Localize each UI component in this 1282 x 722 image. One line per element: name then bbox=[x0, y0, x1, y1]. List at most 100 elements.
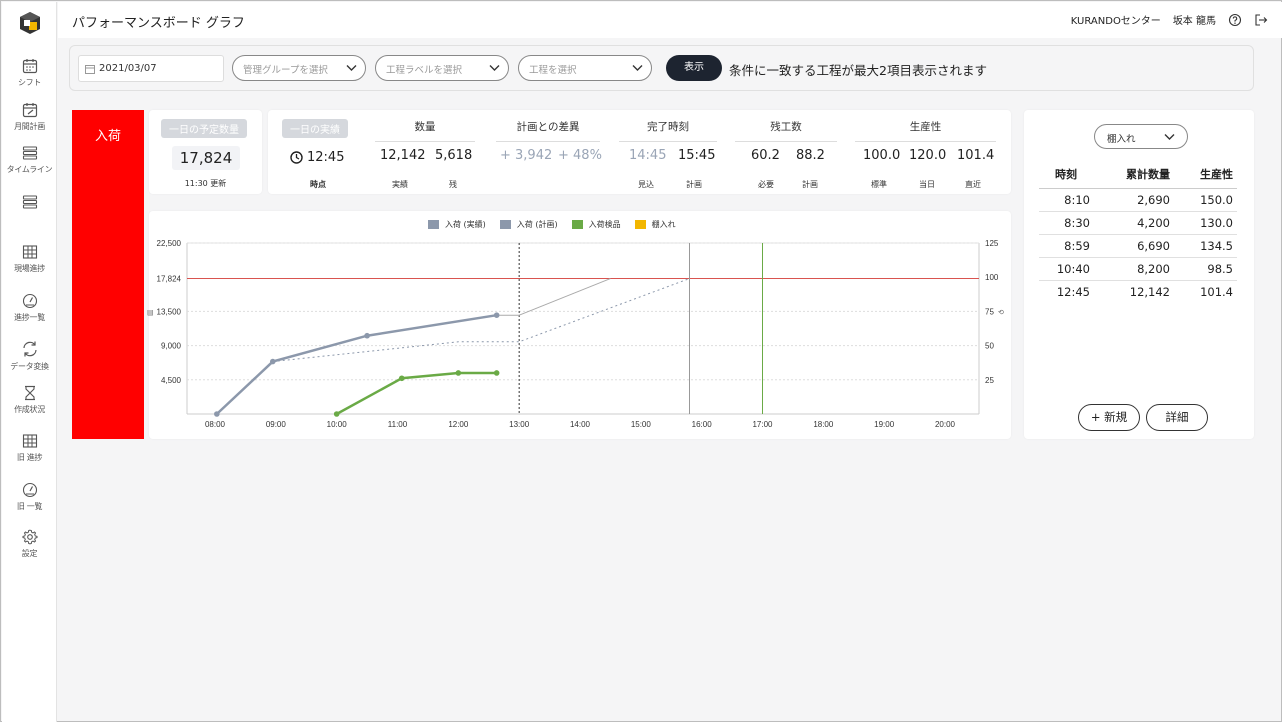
diff-percent: + 48% bbox=[558, 148, 602, 163]
chevron-down-icon bbox=[346, 65, 357, 71]
group-select[interactable]: 管理グループを選択 bbox=[232, 55, 366, 81]
show-button[interactable]: 表示 bbox=[666, 55, 722, 81]
plan-value: 17,824 bbox=[172, 146, 240, 170]
sidebar-item-label: データ変換 bbox=[10, 362, 49, 371]
productivity-recent-label: 直近 bbox=[965, 180, 981, 189]
legend-item[interactable]: 入荷 (実績) bbox=[428, 219, 486, 230]
filter-note: 条件に一致する工程が最大2項目表示されます bbox=[729, 63, 987, 78]
new-button[interactable]: + 新規 bbox=[1078, 404, 1140, 431]
table-cell: 10:40 bbox=[1039, 257, 1094, 281]
chevron-down-icon bbox=[489, 65, 500, 71]
productivity-standard-label: 標準 bbox=[871, 180, 887, 189]
sidebar-item-data-convert[interactable]: データ変換 bbox=[2, 340, 57, 372]
legend-item[interactable]: 棚入れ bbox=[634, 219, 676, 230]
sidebar-item-monthly-plan[interactable]: 月間計画 bbox=[2, 102, 57, 132]
sync-icon bbox=[22, 341, 37, 357]
remaining-work-plan: 88.2 bbox=[796, 148, 825, 163]
table-cell: 8,200 bbox=[1094, 257, 1174, 281]
hourglass-icon bbox=[24, 385, 35, 401]
table-cell: 8:30 bbox=[1039, 211, 1094, 235]
process-filter-value: 棚入れ bbox=[1107, 134, 1136, 145]
finish-title: 完了時刻 bbox=[619, 119, 717, 142]
gauge-icon bbox=[22, 293, 37, 309]
legend-item[interactable]: 入荷検品 bbox=[571, 219, 621, 230]
remaining-work-title: 残工数 bbox=[735, 119, 837, 142]
table-cell: 98.5 bbox=[1174, 257, 1237, 281]
table-row[interactable]: 8:59 6,690 134.5 bbox=[1039, 234, 1237, 258]
label-select-placeholder: 工程ラベルを選択 bbox=[386, 65, 463, 76]
actual-title: 一日の実績 bbox=[282, 118, 348, 138]
header-right: KURANDOセンター 坂本 龍馬 bbox=[1071, 12, 1268, 27]
table-header-row: 時刻 累計数量 生産性 bbox=[1039, 162, 1237, 189]
column-header: 累計数量 bbox=[1094, 162, 1174, 189]
sidebar-item-label: 設定 bbox=[21, 549, 38, 558]
qty-actual: 12,142 bbox=[380, 148, 426, 163]
finish-plan: 15:45 bbox=[678, 148, 716, 163]
logo-icon bbox=[20, 12, 40, 34]
sidebar-item-shift[interactable]: シフト bbox=[2, 58, 57, 88]
table-cell: 12:45 bbox=[1056, 285, 1090, 299]
legend-swatch bbox=[634, 220, 646, 229]
sidebar-item-label: 現場進捗 bbox=[14, 264, 45, 273]
table-cell: 134.5 bbox=[1174, 234, 1237, 258]
date-input[interactable]: 2021/03/07 bbox=[78, 55, 224, 82]
finish-forecast-label: 見込 bbox=[638, 180, 654, 189]
center-name: KURANDOセンター bbox=[1070, 16, 1161, 27]
table-cell: 12,142 bbox=[1129, 285, 1170, 299]
process-filter-select[interactable]: 棚入れ bbox=[1094, 124, 1188, 149]
sidebar-item-label: 旧 進捗 bbox=[16, 453, 43, 462]
sidebar-item-label: 月間計画 bbox=[14, 122, 45, 131]
sidebar-item-old-progress[interactable]: 旧 進捗 bbox=[2, 433, 57, 463]
sidebar-item-creation-status[interactable]: 作成状況 bbox=[2, 385, 57, 415]
label-select[interactable]: 工程ラベルを選択 bbox=[375, 55, 509, 81]
actual-title-pill: 一日の実績 bbox=[282, 119, 348, 138]
stats-card: 一日の実績 12:45 時点 数量 12,142 5,618 実績 残 計画との… bbox=[268, 110, 1011, 194]
remaining-work-required: 60.2 bbox=[751, 148, 780, 163]
plan-title-pill: 一日の予定数量 bbox=[161, 119, 247, 138]
table-cell: 150.0 bbox=[1174, 188, 1237, 212]
app-header: パフォーマンスボード グラフ KURANDOセンター 坂本 龍馬 bbox=[58, 2, 1282, 38]
table-row[interactable]: 8:10 2,690 150.0 bbox=[1039, 188, 1237, 212]
sidebar: シフト 月間計画 タイムライン 現場進捗 進捗一覧 データ変換 作成状況 旧 進… bbox=[2, 2, 57, 722]
table-cell: 8:10 bbox=[1039, 188, 1094, 212]
clock-icon bbox=[290, 151, 303, 164]
productivity-title: 生産性 bbox=[855, 119, 996, 142]
table-cell: 130.0 bbox=[1174, 211, 1237, 235]
timeline-icon bbox=[22, 146, 37, 160]
user-name[interactable]: 坂本 龍馬 bbox=[1173, 12, 1216, 27]
help-icon[interactable] bbox=[1228, 13, 1242, 27]
sidebar-item-progress-list[interactable]: 進捗一覧 bbox=[2, 293, 57, 323]
plan-title: 一日の予定数量 bbox=[161, 118, 247, 138]
app-window: シフト 月間計画 タイムライン 現場進捗 進捗一覧 データ変換 作成状況 旧 進… bbox=[0, 0, 1282, 722]
table-row[interactable]: 8:30 4,200 130.0 bbox=[1039, 211, 1237, 235]
sidebar-item-timeline-alt[interactable] bbox=[2, 194, 57, 210]
category-block: 入荷 bbox=[72, 110, 144, 439]
date-value: 2021/03/07 bbox=[99, 63, 157, 74]
sidebar-item-timeline[interactable]: タイムライン bbox=[2, 145, 57, 175]
diff-title: 計画との差異 bbox=[496, 119, 600, 142]
sidebar-item-settings[interactable]: 設定 bbox=[2, 529, 57, 559]
finish-forecast: 14:45 bbox=[629, 148, 667, 163]
legend-label: 入荷検品 bbox=[588, 220, 621, 229]
detail-button[interactable]: 詳細 bbox=[1146, 404, 1208, 431]
sidebar-item-label: 作成状況 bbox=[14, 405, 45, 414]
sidebar-item-field-progress[interactable]: 現場進捗 bbox=[2, 244, 57, 274]
plan-updated: 11:30 更新 bbox=[184, 179, 227, 188]
remaining-work-required-label: 必要 bbox=[758, 180, 774, 189]
logout-icon[interactable] bbox=[1254, 13, 1268, 27]
table-row[interactable]: 12:45 12,142 101.4 bbox=[1039, 281, 1237, 304]
qty-title: 数量 bbox=[375, 119, 475, 142]
timeline-alt-icon bbox=[22, 195, 37, 209]
sidebar-item-label: 旧 一覧 bbox=[16, 502, 43, 511]
column-header: 時刻 bbox=[1039, 162, 1094, 189]
sidebar-item-label: 進捗一覧 bbox=[14, 313, 45, 322]
legend-item[interactable]: 入荷 (計画) bbox=[499, 219, 558, 230]
sidebar-item-old-list[interactable]: 旧 一覧 bbox=[2, 482, 57, 512]
table-cell: 6,690 bbox=[1094, 234, 1174, 258]
legend-swatch bbox=[571, 220, 583, 229]
table-row[interactable]: 10:40 8,200 98.5 bbox=[1039, 257, 1237, 281]
table-cell: 2,690 bbox=[1094, 188, 1174, 212]
column-header: 生産性 bbox=[1174, 162, 1237, 189]
productivity-recent: 101.4 bbox=[957, 148, 995, 163]
process-select[interactable]: 工程を選択 bbox=[518, 55, 652, 81]
